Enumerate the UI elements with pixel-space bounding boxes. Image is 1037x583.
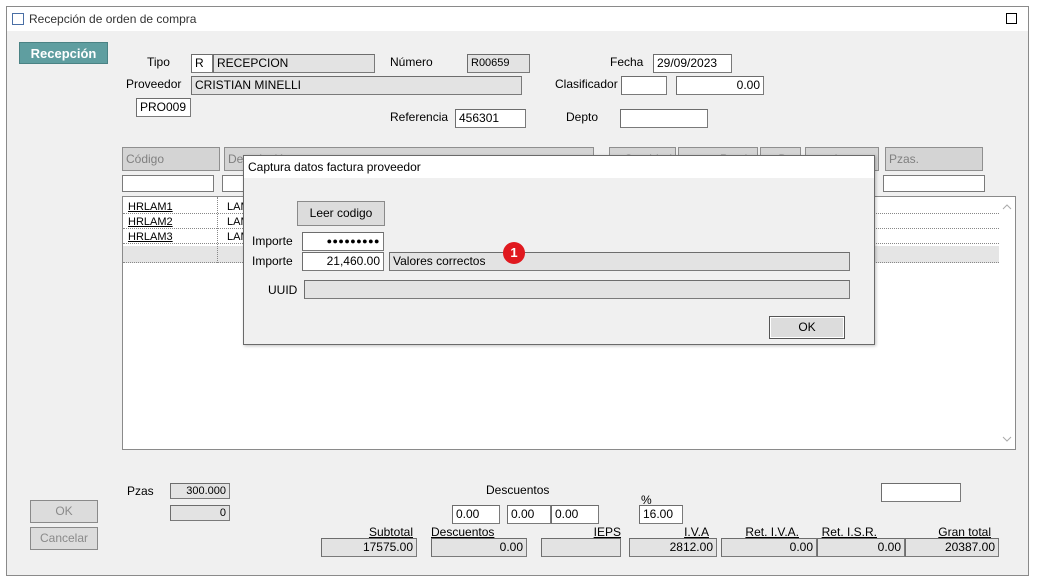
maximize-icon[interactable] — [1006, 13, 1017, 24]
descuentos-total-field: 0.00 — [431, 538, 527, 557]
ok-button[interactable]: OK — [30, 500, 98, 523]
tipo-label: Tipo — [147, 55, 170, 69]
recepcion-tag: Recepción — [19, 42, 108, 64]
cancel-button[interactable]: Cancelar — [30, 527, 98, 550]
title-bar: Recepción de orden de compra — [7, 7, 1028, 31]
importe-label: Importe — [252, 234, 293, 248]
clasificador-label: Clasificador — [555, 77, 618, 91]
uuid-field[interactable] — [304, 280, 850, 299]
grid-divider — [217, 197, 218, 263]
proveedor-code-field[interactable]: PRO009 — [136, 98, 191, 117]
gran-total-label: Gran total — [938, 525, 991, 539]
referencia-label: Referencia — [390, 110, 449, 124]
cell-codigo: HRLAM3 — [128, 231, 173, 243]
importe-password-field[interactable]: ●●●●●●●●● — [302, 232, 384, 251]
iva-label: I.V.A — [684, 525, 709, 539]
iva-pct-field[interactable]: 16.00 — [639, 505, 683, 524]
pzas-field-2: 0 — [170, 505, 230, 521]
numero-field: R00659 — [467, 54, 530, 73]
filter-pzas[interactable] — [883, 175, 985, 192]
dialog-ok-button[interactable]: OK — [769, 316, 845, 339]
step-badge: 1 — [503, 242, 525, 264]
window-title: Recepción de orden de compra — [29, 12, 197, 26]
fecha-label: Fecha — [610, 55, 644, 69]
uuid-label: UUID — [268, 283, 298, 297]
cell-codigo: HRLAM2 — [128, 216, 173, 228]
depto-field[interactable] — [620, 109, 708, 128]
descuentos-label: Descuentos — [486, 483, 550, 497]
ret-iva-label: Ret. I.V.A. — [745, 525, 799, 539]
ieps-field — [541, 538, 621, 557]
iva-field: 2812.00 — [629, 538, 717, 557]
col-pzas[interactable]: Pzas. — [885, 147, 983, 171]
descuento-3-field[interactable]: 0.00 — [551, 505, 599, 524]
fecha-field[interactable]: 29/09/2023 — [653, 54, 732, 73]
tipo-code-field[interactable]: R — [191, 54, 213, 73]
pzas-label: Pzas — [127, 484, 154, 498]
window-icon — [12, 13, 24, 25]
grid-scrollbar[interactable] — [999, 197, 1015, 449]
descuento-2-field[interactable]: 0.00 — [507, 505, 551, 524]
clasificador-code-field[interactable] — [621, 76, 667, 95]
pzas-field: 300.000 — [170, 483, 230, 499]
captura-factura-dialog: Captura datos factura proveedor Leer cod… — [243, 155, 875, 345]
proveedor-label: Proveedor — [126, 77, 182, 91]
gran-total-field: 20387.00 — [905, 538, 999, 557]
proveedor-field: CRISTIAN MINELLI — [191, 76, 522, 95]
subtotal-label: Subtotal — [368, 525, 413, 539]
numero-label: Número — [390, 55, 433, 69]
filter-codigo[interactable] — [122, 175, 214, 192]
tipo-value-field: RECEPCION — [213, 54, 375, 73]
ret-isr-label: Ret. I.S.R. — [821, 525, 877, 539]
ret-isr-field: 0.00 — [817, 538, 905, 557]
ret-iva-field: 0.00 — [721, 538, 817, 557]
clasificador-value-field[interactable]: 0.00 — [676, 76, 764, 95]
referencia-field[interactable]: 456301 — [455, 109, 526, 128]
descuento-1-field[interactable]: 0.00 — [452, 505, 500, 524]
ieps-label: IEPS — [593, 525, 621, 539]
cell-codigo: HRLAM1 — [128, 201, 173, 213]
status-field: Valores correctos — [389, 252, 850, 271]
subtotal-field: 17575.00 — [321, 538, 417, 557]
importe-2-field[interactable]: 21,460.00 — [302, 252, 384, 271]
extra-field[interactable] — [881, 483, 961, 502]
scrollbar-arrows-icon — [1002, 204, 1012, 442]
descuentos-total-label: Descuentos — [431, 525, 495, 539]
importe-2-label: Importe — [252, 254, 293, 268]
depto-label: Depto — [566, 110, 599, 124]
leer-codigo-button[interactable]: Leer codigo — [297, 201, 385, 226]
dialog-title: Captura datos factura proveedor — [244, 156, 874, 178]
col-codigo[interactable]: Código — [122, 147, 220, 171]
